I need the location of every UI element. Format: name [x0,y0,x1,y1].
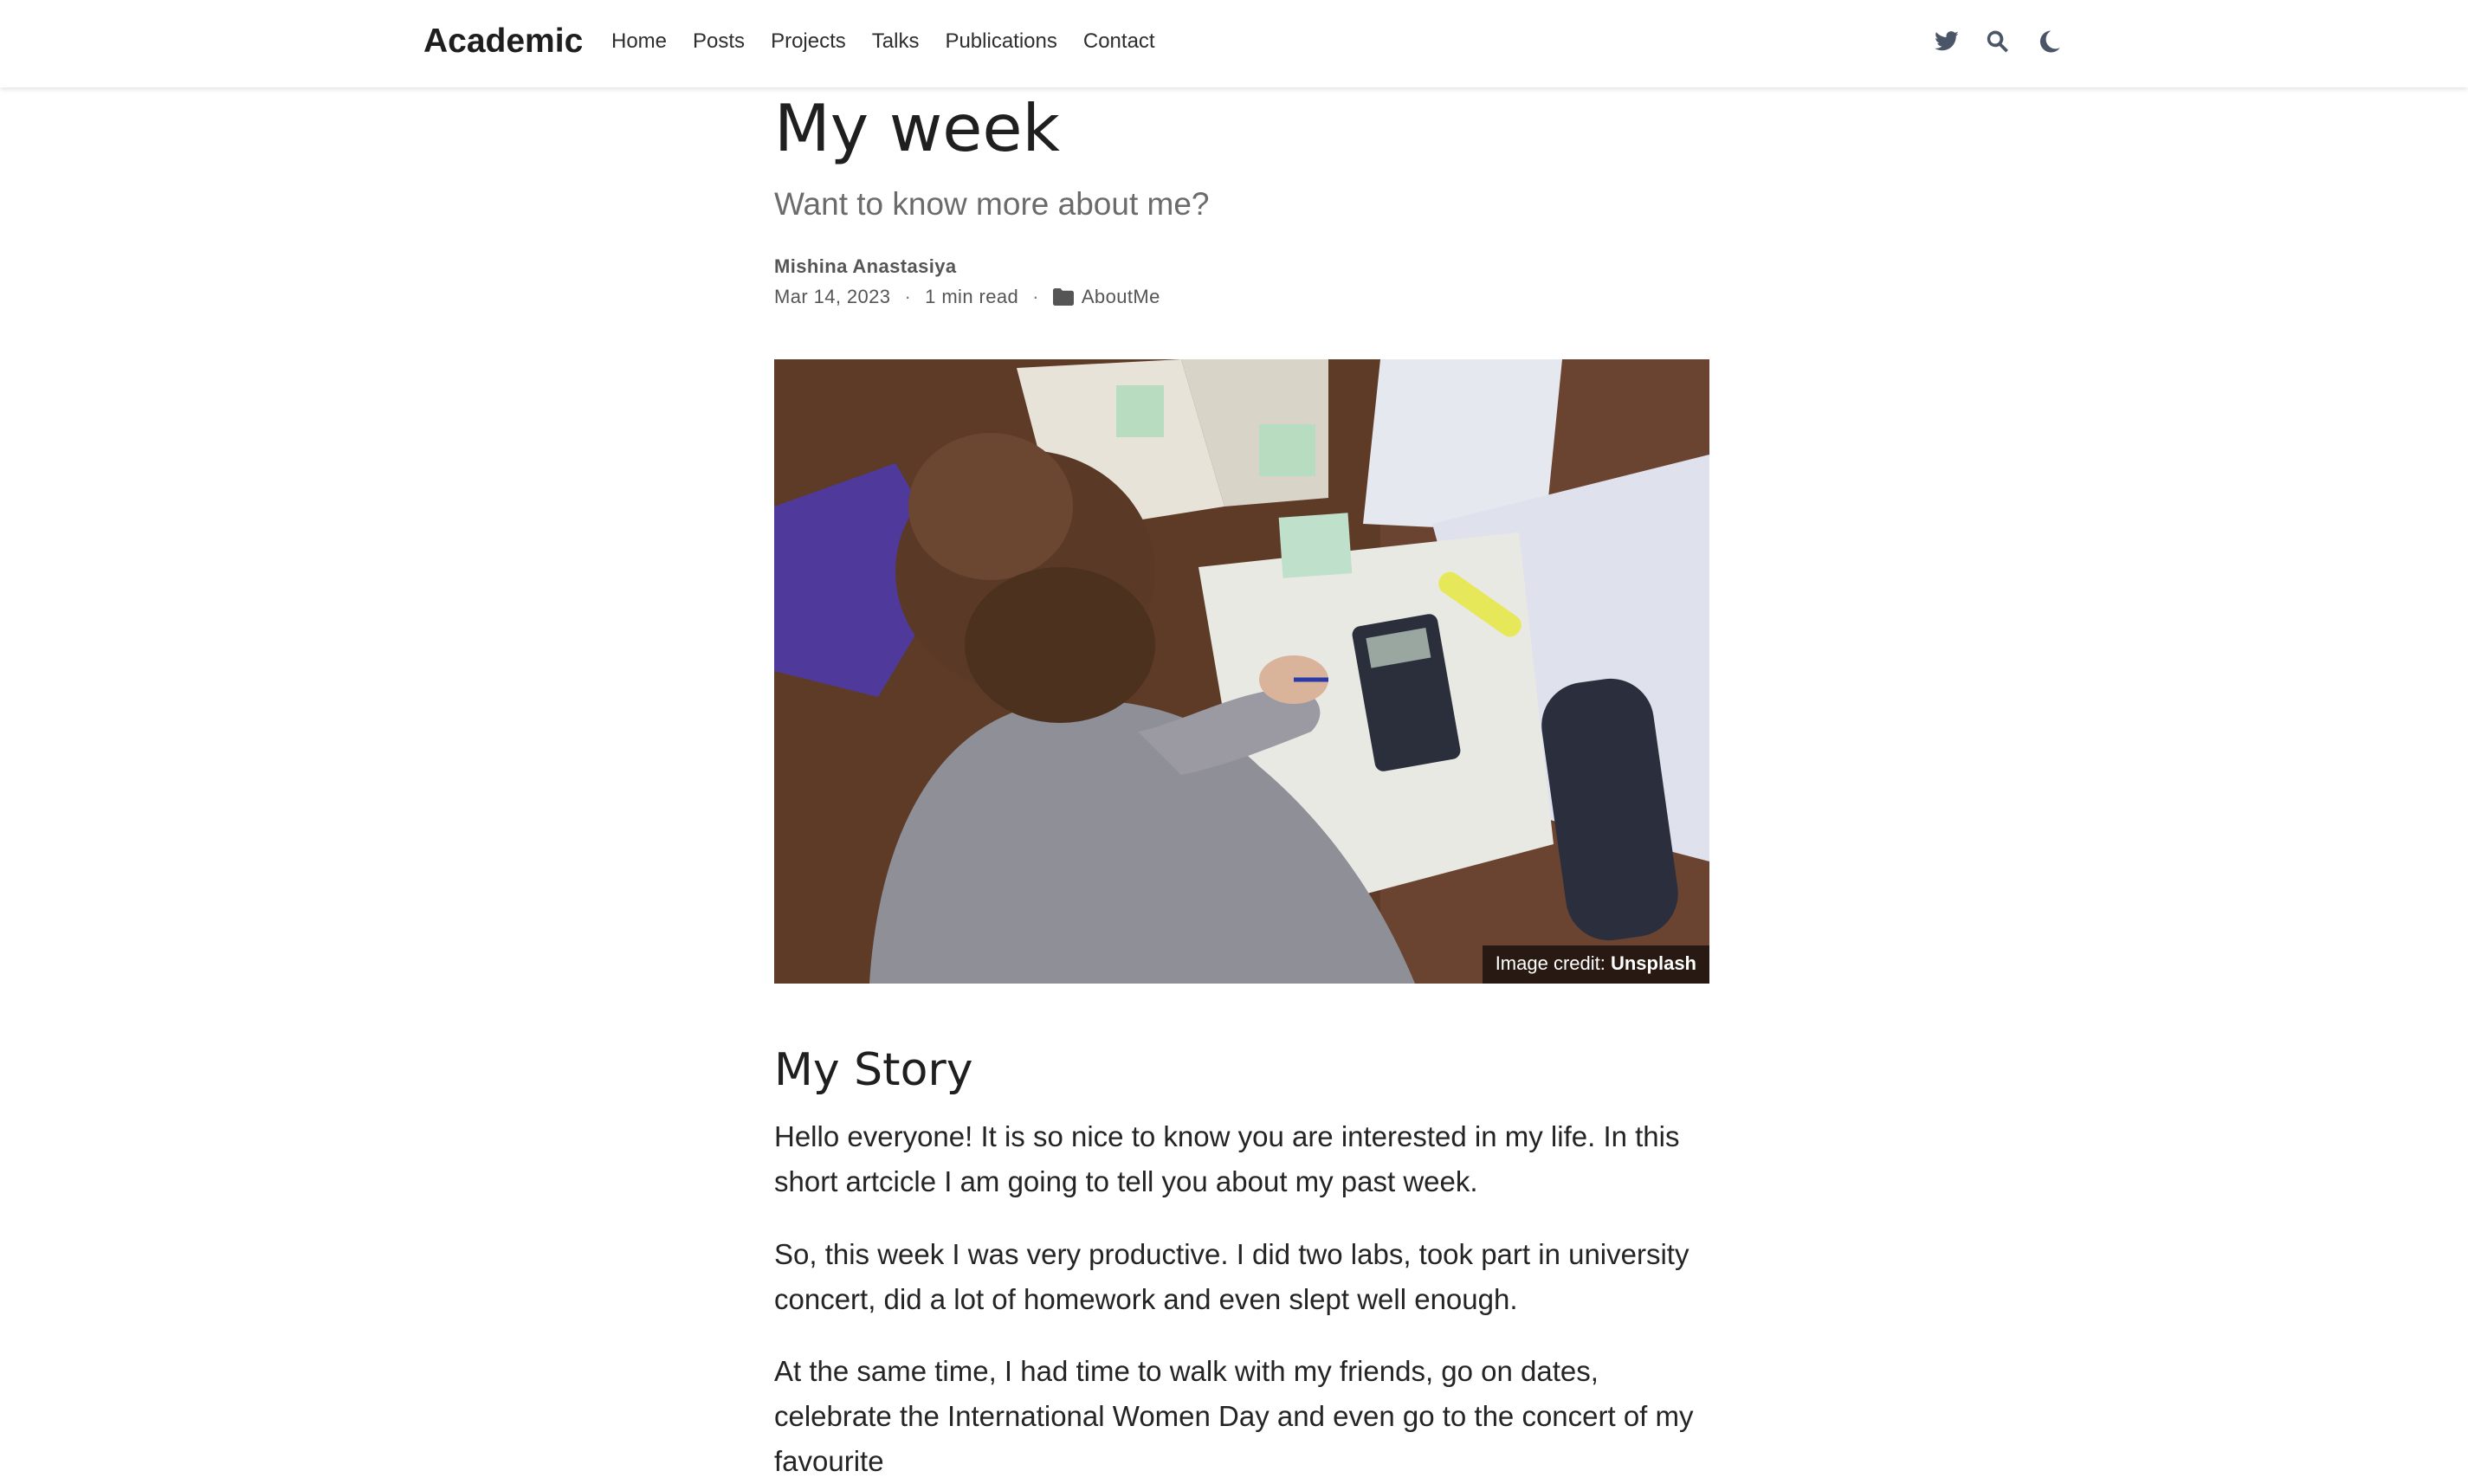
nav-link-contact[interactable]: Contact [1070,29,1168,54]
nav-link-home[interactable]: Home [611,29,680,54]
nav-icon-group [1928,23,2081,61]
top-navbar: Academic Home Posts Projects Talks Publi… [0,0,2468,87]
image-credit: Image credit: Unsplash [1482,945,1709,984]
paragraph: At the same time, I had time to walk wit… [774,1355,1694,1477]
article-title: My week [774,90,1060,166]
twitter-icon[interactable] [1928,23,1966,61]
publish-date: Mar 14, 2023 [774,286,891,307]
author-name[interactable]: Mishina Anastasiya [774,255,957,278]
site-brand[interactable]: Academic [423,19,583,64]
featured-image: Image credit: Unsplash [774,359,1709,984]
folder-icon [1052,288,1074,306]
nav-link-posts[interactable]: Posts [680,29,758,54]
image-credit-prefix: Image credit: [1495,952,1611,974]
search-icon[interactable] [1979,23,2017,61]
paragraph: So, this week I was very productive. I d… [774,1238,1689,1315]
meta-separator: · [1032,286,1039,307]
article-subtitle: Want to know more about me? [774,186,1210,222]
paragraph: Hello everyone! It is so nice to know yo… [774,1120,1680,1197]
moon-icon[interactable] [2030,23,2068,61]
main-nav: Home Posts Projects Talks Publications C… [611,0,1168,83]
student-photo [774,359,1709,984]
article-meta: Mar 14, 2023 · 1 min read · AboutMe [774,286,1160,308]
nav-link-projects[interactable]: Projects [758,29,859,54]
read-time: 1 min read [925,286,1019,307]
category-link[interactable]: AboutMe [1082,286,1160,308]
image-credit-source: Unsplash [1610,952,1696,974]
nav-link-talks[interactable]: Talks [859,29,933,54]
section-heading: My Story [774,1044,973,1096]
meta-separator: · [904,286,912,307]
nav-link-publications[interactable]: Publications [932,29,1069,54]
